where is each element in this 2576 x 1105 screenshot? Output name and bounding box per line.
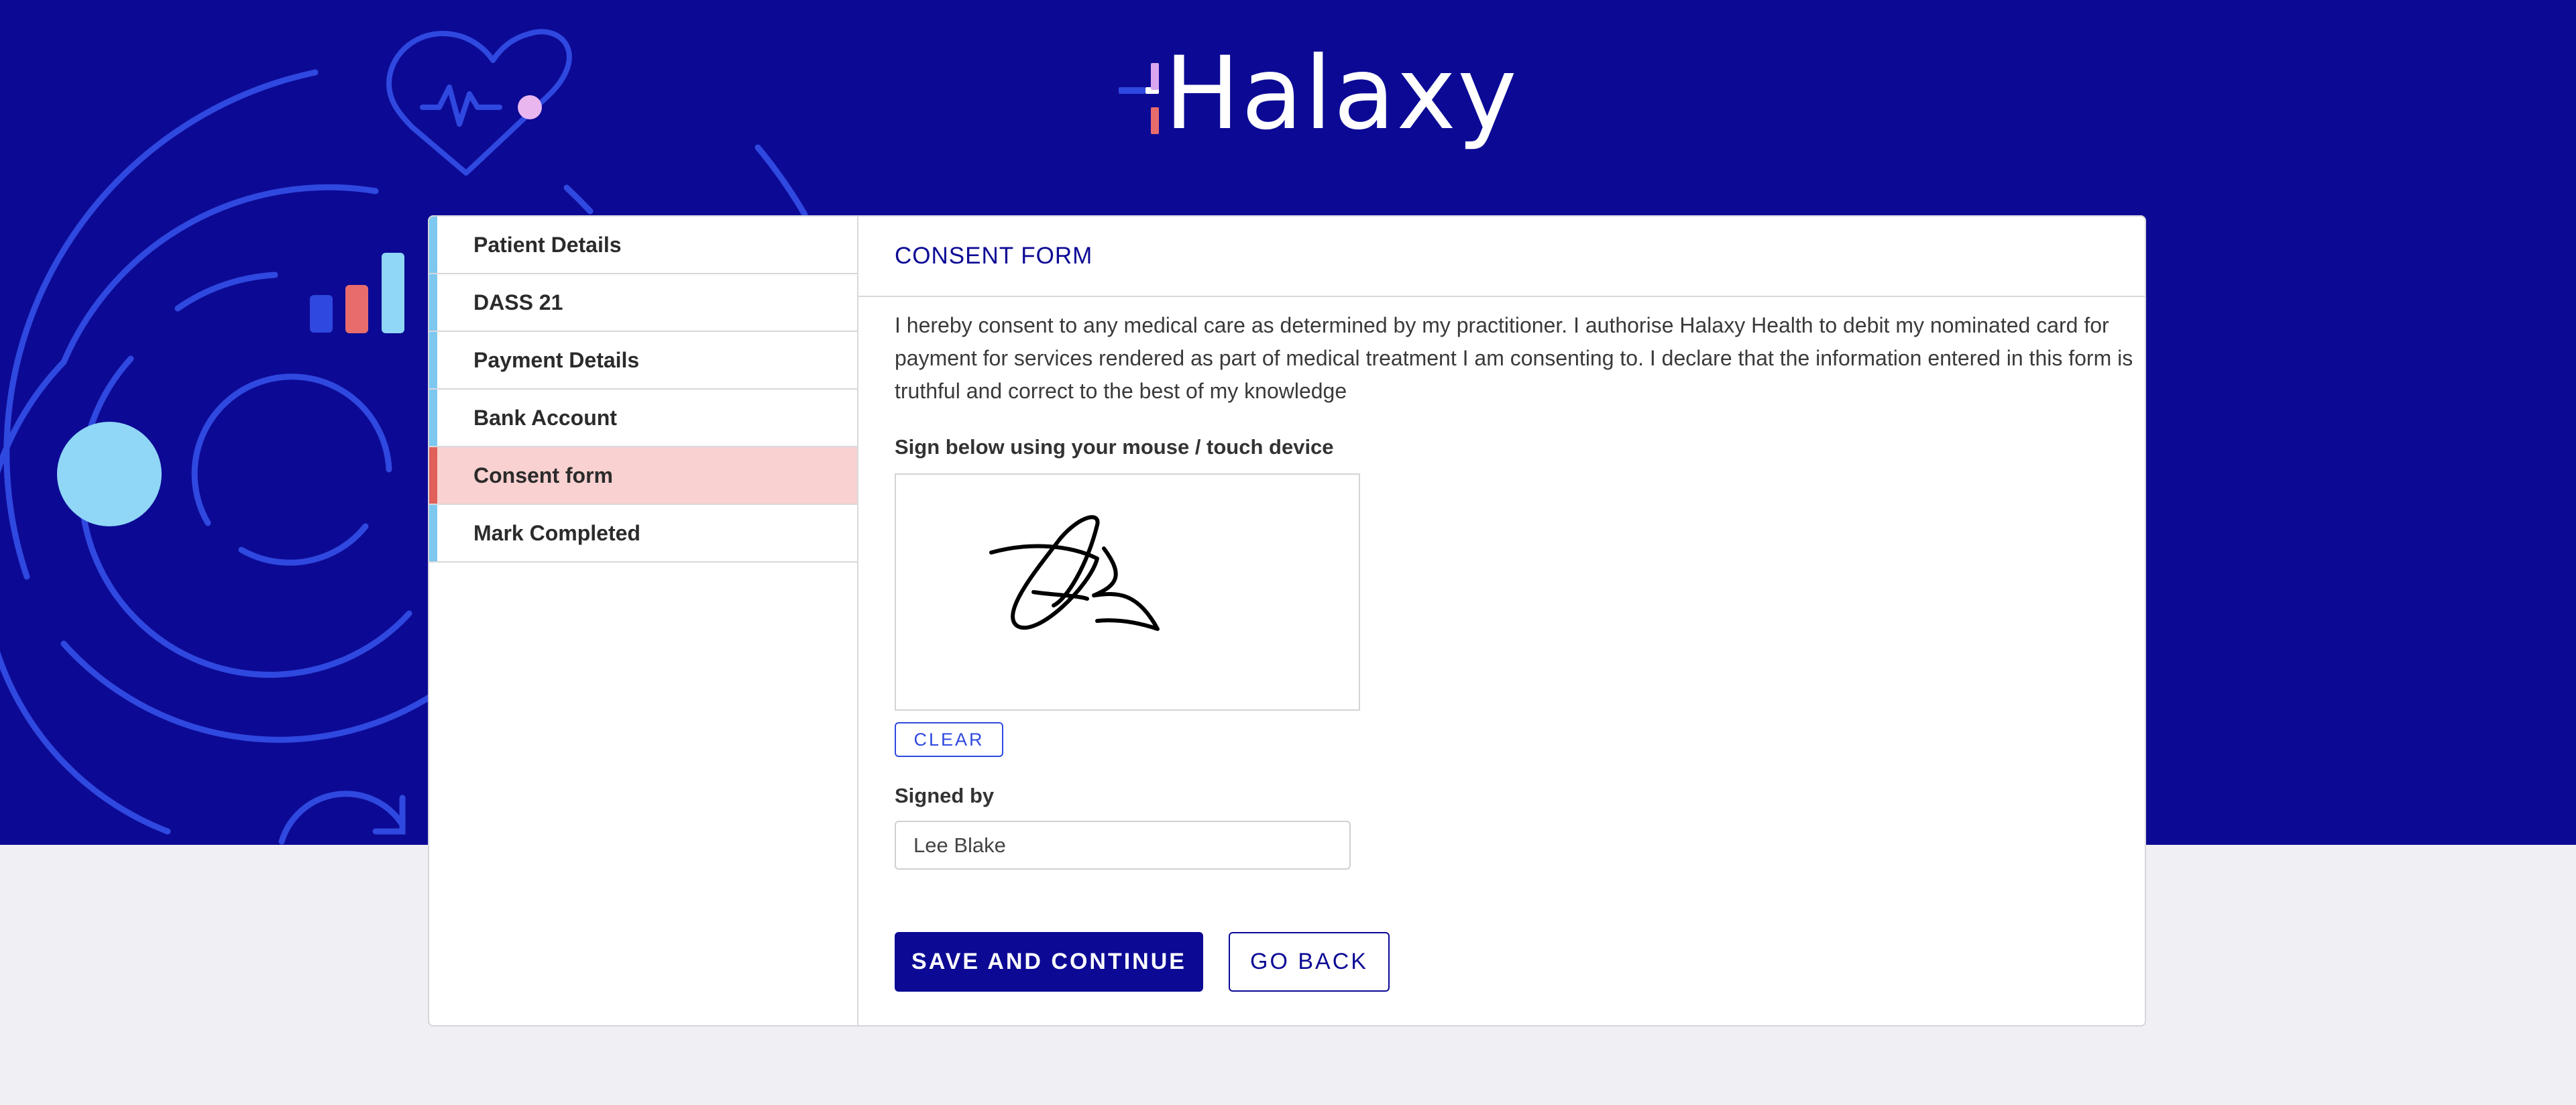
bar-chart-bar xyxy=(345,285,368,333)
sidebar-item-mark-completed[interactable]: Mark Completed xyxy=(429,505,857,563)
signed-by-label: Signed by xyxy=(895,784,995,807)
clear-signature-button[interactable]: CLEAR xyxy=(895,722,1003,757)
form-card: Patient Details DASS 21 Payment Details … xyxy=(428,215,2146,1027)
go-back-button[interactable]: GO BACK xyxy=(1229,932,1390,992)
sidebar-item-label: Patient Details xyxy=(473,232,622,257)
sidebar-item-label: Bank Account xyxy=(473,405,617,430)
sidebar-item-bank-account[interactable]: Bank Account xyxy=(429,390,857,447)
sidebar-item-consent-form[interactable]: Consent form xyxy=(429,447,857,505)
deco-arc xyxy=(191,373,392,526)
consent-form-panel: CONSENT FORM I hereby consent to any med… xyxy=(858,217,2145,1025)
deco-circle xyxy=(57,422,162,526)
logo-text: Halaxy xyxy=(1164,36,1518,152)
sidebar-item-payment-details[interactable]: Payment Details xyxy=(429,332,857,390)
bar-chart-bar xyxy=(310,295,333,333)
signature-label: Sign below using your mouse / touch devi… xyxy=(895,435,1334,459)
consent-text: I hereby consent to any medical care as … xyxy=(895,313,2133,403)
signature-drawing xyxy=(989,515,1160,631)
signed-by-input[interactable] xyxy=(895,821,1351,870)
deco-arc xyxy=(3,69,319,580)
deco-arc xyxy=(563,184,594,215)
deco-arc xyxy=(238,523,369,566)
signature-pad[interactable] xyxy=(895,473,1360,711)
deco-arc xyxy=(174,272,278,312)
halaxy-logo[interactable]: Halaxy xyxy=(1113,40,1518,148)
sidebar-item-dass-21[interactable]: DASS 21 xyxy=(429,274,857,332)
panel-header: CONSENT FORM xyxy=(858,217,2145,297)
deco-arc xyxy=(754,144,808,218)
heart-pulse-icon xyxy=(386,29,572,176)
sidebar-item-label: Payment Details xyxy=(473,347,640,372)
sidebar-item-label: DASS 21 xyxy=(473,290,563,314)
logo-plus-mark xyxy=(1113,54,1160,134)
save-and-continue-button[interactable]: SAVE AND CONTINUE xyxy=(895,932,1203,992)
refresh-arrow-icon xyxy=(278,791,406,845)
sidebar-item-label: Consent form xyxy=(473,463,613,487)
step-sidebar: Patient Details DASS 21 Payment Details … xyxy=(429,217,858,1025)
sidebar-item-label: Mark Completed xyxy=(473,520,640,545)
bar-chart-icon xyxy=(310,253,404,333)
deco-arc xyxy=(60,640,433,743)
bar-chart-bar xyxy=(382,253,404,333)
sidebar-item-patient-details[interactable]: Patient Details xyxy=(429,217,857,274)
page-title: CONSENT FORM xyxy=(895,243,1093,269)
